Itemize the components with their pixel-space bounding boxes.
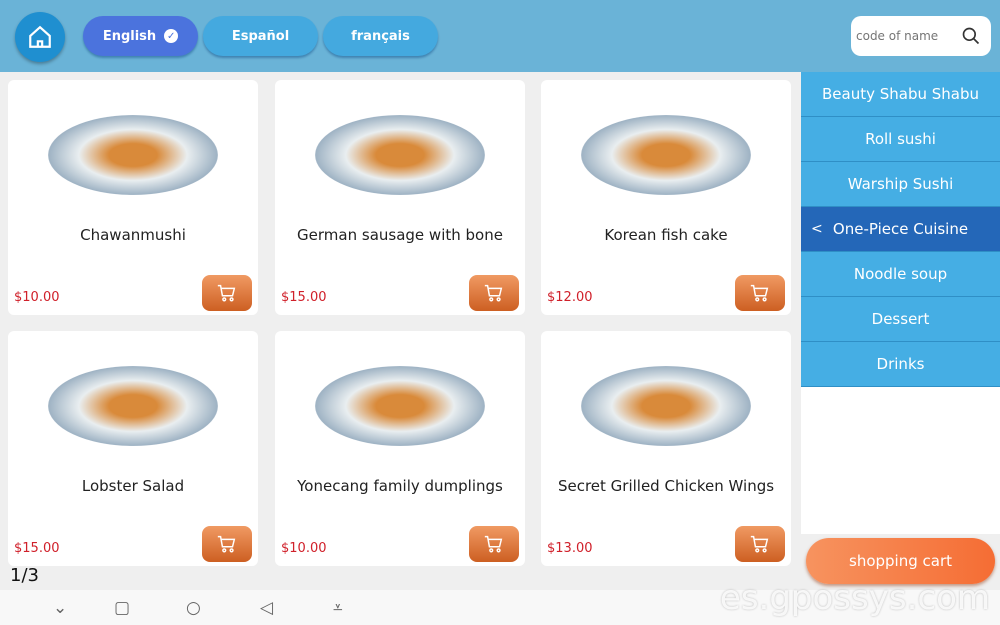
category-label: Noodle soup <box>853 265 948 283</box>
home-button[interactable] <box>15 12 65 62</box>
add-to-cart-button[interactable] <box>735 275 785 311</box>
language-english[interactable]: English ✓ <box>83 16 198 56</box>
product-price: $10.00 <box>14 290 60 305</box>
category-label: Dessert <box>871 310 930 328</box>
product-card[interactable]: Chawanmushi $10.00 <box>8 80 258 315</box>
product-image[interactable] <box>48 90 218 220</box>
add-to-cart-button[interactable] <box>469 526 519 562</box>
category-dessert[interactable]: Dessert <box>801 297 1000 342</box>
product-card[interactable]: Lobster Salad $15.00 <box>8 331 258 566</box>
category-label: One-Piece Cuisine <box>832 220 969 238</box>
product-name: Korean fish cake <box>604 226 728 244</box>
product-image[interactable] <box>581 341 751 471</box>
product-card[interactable]: German sausage with bone $15.00 <box>275 80 525 315</box>
language-label: English <box>102 28 157 44</box>
category-label: Drinks <box>876 355 925 373</box>
recent-apps-icon[interactable]: ▢ <box>114 598 130 618</box>
category-label: Roll sushi <box>865 130 936 148</box>
product-price: $10.00 <box>281 541 327 556</box>
category-roll-sushi[interactable]: Roll sushi <box>801 117 1000 162</box>
add-to-cart-button[interactable] <box>735 526 785 562</box>
category-drinks[interactable]: Drinks <box>801 342 1000 387</box>
product-price: $12.00 <box>547 290 593 305</box>
language-label: français <box>351 28 410 44</box>
product-price: $13.00 <box>547 541 593 556</box>
search-input[interactable] <box>856 29 961 43</box>
cart-icon <box>484 284 503 302</box>
page-indicator: 1/3 <box>10 565 39 586</box>
category-beauty-shabu-shabu[interactable]: Beauty Shabu Shabu <box>801 72 1000 117</box>
category-label: Beauty Shabu Shabu <box>821 85 979 103</box>
header: English ✓ Español français <box>0 0 1000 72</box>
cart-icon <box>750 535 769 553</box>
category-sidebar: Beauty Shabu Shabu Roll sushi Warship Su… <box>801 72 1000 534</box>
add-to-cart-button[interactable] <box>202 526 252 562</box>
add-to-cart-button[interactable] <box>469 275 519 311</box>
product-name: German sausage with bone <box>297 226 503 244</box>
search-icon[interactable] <box>961 26 981 46</box>
product-name: Chawanmushi <box>80 226 186 244</box>
chevron-left-icon: < <box>811 221 823 237</box>
category-noodle-soup[interactable]: Noodle soup <box>801 252 1000 297</box>
cart-icon <box>750 284 769 302</box>
notification-pull-icon[interactable]: ⩡ <box>333 598 343 618</box>
category-label: Warship Sushi <box>847 175 954 193</box>
cart-icon <box>484 535 503 553</box>
product-card[interactable]: Yonecang family dumplings $10.00 <box>275 331 525 566</box>
product-name: Lobster Salad <box>81 477 185 495</box>
product-image[interactable] <box>315 90 485 220</box>
cart-icon <box>217 535 236 553</box>
category-one-piece-cuisine[interactable]: < One-Piece Cuisine <box>801 207 1000 252</box>
language-label: Español <box>231 28 290 44</box>
product-price: $15.00 <box>14 541 60 556</box>
product-image[interactable] <box>48 341 218 471</box>
home-circle-icon[interactable]: ○ <box>186 598 201 618</box>
cart-icon <box>217 284 236 302</box>
search-box[interactable] <box>851 16 991 56</box>
product-image[interactable] <box>581 90 751 220</box>
watermark: es.gpossys.com <box>719 578 990 618</box>
product-image[interactable] <box>315 341 485 471</box>
language-espanol[interactable]: Español <box>203 16 318 56</box>
product-name: Secret Grilled Chicken Wings <box>557 477 775 495</box>
product-price: $15.00 <box>281 290 327 305</box>
product-name: Yonecang family dumplings <box>297 477 503 495</box>
add-to-cart-button[interactable] <box>202 275 252 311</box>
category-warship-sushi[interactable]: Warship Sushi <box>801 162 1000 207</box>
back-icon[interactable]: ◁ <box>260 598 273 618</box>
product-card[interactable]: Korean fish cake $12.00 <box>541 80 791 315</box>
home-icon <box>29 25 51 48</box>
language-francais[interactable]: français <box>323 16 438 56</box>
chevron-down-icon[interactable]: ⌄ <box>53 598 67 618</box>
product-card[interactable]: Secret Grilled Chicken Wings $13.00 <box>541 331 791 566</box>
check-icon: ✓ <box>164 29 179 43</box>
